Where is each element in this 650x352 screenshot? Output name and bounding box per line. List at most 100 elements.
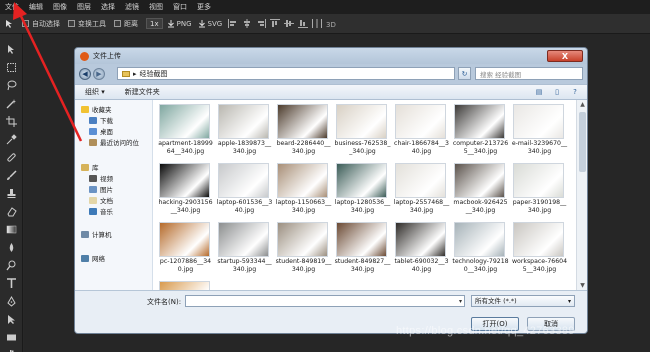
scrollbar-thumb[interactable] [579, 112, 586, 172]
align-buttons[interactable]: 3D [228, 19, 340, 28]
menu-edit[interactable]: 编辑 [24, 0, 48, 14]
nav-computer[interactable]: 计算机 [81, 229, 112, 239]
file-item[interactable]: startup-593344__340.jpg [216, 222, 273, 279]
magic-wand-icon[interactable] [4, 96, 18, 110]
file-item[interactable]: laptop-601536__340.jpg [216, 163, 273, 220]
file-thumbnail [336, 104, 387, 139]
eraser-icon[interactable] [4, 204, 18, 218]
eyedropper-icon[interactable] [4, 132, 18, 146]
rectangle-tool-icon[interactable] [4, 330, 18, 344]
menu-layer[interactable]: 图层 [72, 0, 96, 14]
file-item[interactable]: apartment-1899964__340.jpg [157, 104, 214, 161]
help-icon[interactable]: ? [569, 87, 581, 97]
nav-pictures[interactable]: 图片 [89, 184, 113, 194]
menu-more[interactable]: 更多 [192, 0, 216, 14]
brush-tool-icon[interactable] [4, 168, 18, 182]
menu-filter[interactable]: 滤镜 [120, 0, 144, 14]
file-item[interactable]: chair-1866784__340.jpg [393, 104, 450, 161]
file-item[interactable]: hacking-2903156__340.jpg [157, 163, 214, 220]
type-tool-icon[interactable] [4, 276, 18, 290]
file-item[interactable]: business-762538__340.jpg [334, 104, 391, 161]
menu-bar: 文件 编辑 图像 图层 选择 滤镜 视图 窗口 更多 [0, 0, 650, 14]
menu-window[interactable]: 窗口 [168, 0, 192, 14]
scroll-up-icon[interactable]: ▲ [579, 101, 586, 108]
menu-select[interactable]: 选择 [96, 0, 120, 14]
blur-tool-icon[interactable] [4, 240, 18, 254]
export-png-button[interactable]: PNG [167, 19, 192, 28]
back-button[interactable]: ◀ [79, 68, 91, 80]
path-select-icon[interactable] [4, 312, 18, 326]
file-item[interactable]: laptop-2557468__340.jpg [393, 163, 450, 220]
hand-tool-icon[interactable] [4, 347, 18, 352]
distance-checkbox[interactable] [114, 20, 121, 27]
align-center-icon [244, 19, 251, 28]
healing-brush-icon[interactable] [4, 150, 18, 164]
star-icon [81, 105, 89, 113]
file-item[interactable]: paper-3190198__340.jpg [511, 163, 568, 220]
file-item[interactable]: e-mail-3239670__340.jpg [511, 104, 568, 161]
file-name: apartment-1899964__340.jpg [158, 140, 213, 155]
file-thumbnail [277, 222, 328, 257]
file-name: student-849827__340.jpg [334, 258, 391, 273]
move-tool-icon[interactable] [4, 42, 18, 56]
nav-documents[interactable]: 文档 [89, 195, 113, 205]
chevron-down-icon[interactable]: ▾ [459, 298, 462, 305]
close-button[interactable]: X [547, 50, 583, 62]
nav-videos[interactable]: 视频 [89, 173, 113, 183]
file-name: e-mail-3239670__340.jpg [511, 140, 568, 155]
transform-tools-checkbox[interactable] [68, 20, 75, 27]
organize-button[interactable]: 组织 ▾ [85, 87, 105, 97]
breadcrumb-folder[interactable]: 经验截图 [140, 69, 168, 79]
auto-select-checkbox[interactable] [22, 20, 29, 27]
preview-pane-icon[interactable]: ▯ [551, 87, 563, 97]
marquee-tool-icon[interactable] [4, 60, 18, 74]
file-item[interactable]: computer-2137265__340.jpg [452, 104, 509, 161]
nav-network[interactable]: 网络 [81, 253, 105, 263]
vertical-scrollbar[interactable]: ▲ ▼ [576, 100, 587, 290]
dialog-titlebar[interactable]: 文件上传 X [75, 48, 587, 64]
file-item[interactable]: laptop-1280536__340.jpg [334, 163, 391, 220]
view-options-icon[interactable]: ▤ [533, 87, 545, 97]
file-item[interactable]: tablet-690032__340.jpg [393, 222, 450, 279]
scroll-down-icon[interactable]: ▼ [579, 282, 586, 289]
file-type-select[interactable]: 所有文件 (*.*) ▾ [471, 295, 575, 307]
nav-downloads[interactable]: 下载 [89, 115, 113, 125]
file-item[interactable]: student-849819__340.jpg [275, 222, 332, 279]
new-folder-button[interactable]: 新建文件夹 [125, 87, 160, 97]
dodge-tool-icon[interactable] [4, 258, 18, 272]
nav-library[interactable]: 库 [81, 162, 99, 172]
export-svg-label: SVG [207, 19, 223, 28]
clone-stamp-icon[interactable] [4, 186, 18, 200]
file-item[interactable]: workspace-766045__340.jpg [511, 222, 568, 279]
pen-tool-icon[interactable] [4, 294, 18, 308]
gradient-tool-icon[interactable] [4, 222, 18, 236]
file-item[interactable]: beard-2286440__340.jpg [275, 104, 332, 161]
forward-button[interactable]: ▶ [93, 68, 105, 80]
file-name: beard-2286440__340.jpg [276, 140, 331, 155]
file-thumbnail [513, 163, 564, 198]
file-item[interactable]: technology-792180__340.jpg [452, 222, 509, 279]
file-item[interactable]: student-849827__340.jpg [334, 222, 391, 279]
file-item[interactable]: macbook-926425__340.jpg [452, 163, 509, 220]
menu-view[interactable]: 视图 [144, 0, 168, 14]
file-item[interactable]: pc-1207886__340.jpg [157, 222, 214, 279]
lasso-tool-icon[interactable] [4, 78, 18, 92]
export-svg-button[interactable]: SVG [198, 19, 223, 28]
menu-image[interactable]: 图像 [48, 0, 72, 14]
command-bar: 组织 ▾ 新建文件夹 ▤ ▯ ? [75, 84, 587, 100]
nav-recent[interactable]: 最近访问的位 [89, 137, 139, 147]
crop-tool-icon[interactable] [4, 114, 18, 128]
search-input[interactable]: 搜索 经验截图 [475, 67, 583, 80]
nav-favorites[interactable]: 收藏夹 [81, 104, 112, 114]
nav-desktop[interactable]: 桌面 [89, 126, 113, 136]
file-name: macbook-926425__340.jpg [453, 199, 508, 214]
3d-transform-icon: 3D [326, 21, 336, 28]
file-item[interactable]: apple-1839873__340.jpg [216, 104, 273, 161]
menu-file[interactable]: 文件 [0, 0, 24, 14]
nav-music[interactable]: 音乐 [89, 206, 113, 216]
refresh-button[interactable]: ↻ [458, 67, 471, 80]
filename-input[interactable]: ▾ [185, 295, 465, 307]
zoom-select[interactable]: 1x [146, 18, 163, 29]
address-field[interactable]: ▸ 经验截图 [117, 67, 455, 80]
file-item[interactable]: laptop-1150663__340.jpg [275, 163, 332, 220]
